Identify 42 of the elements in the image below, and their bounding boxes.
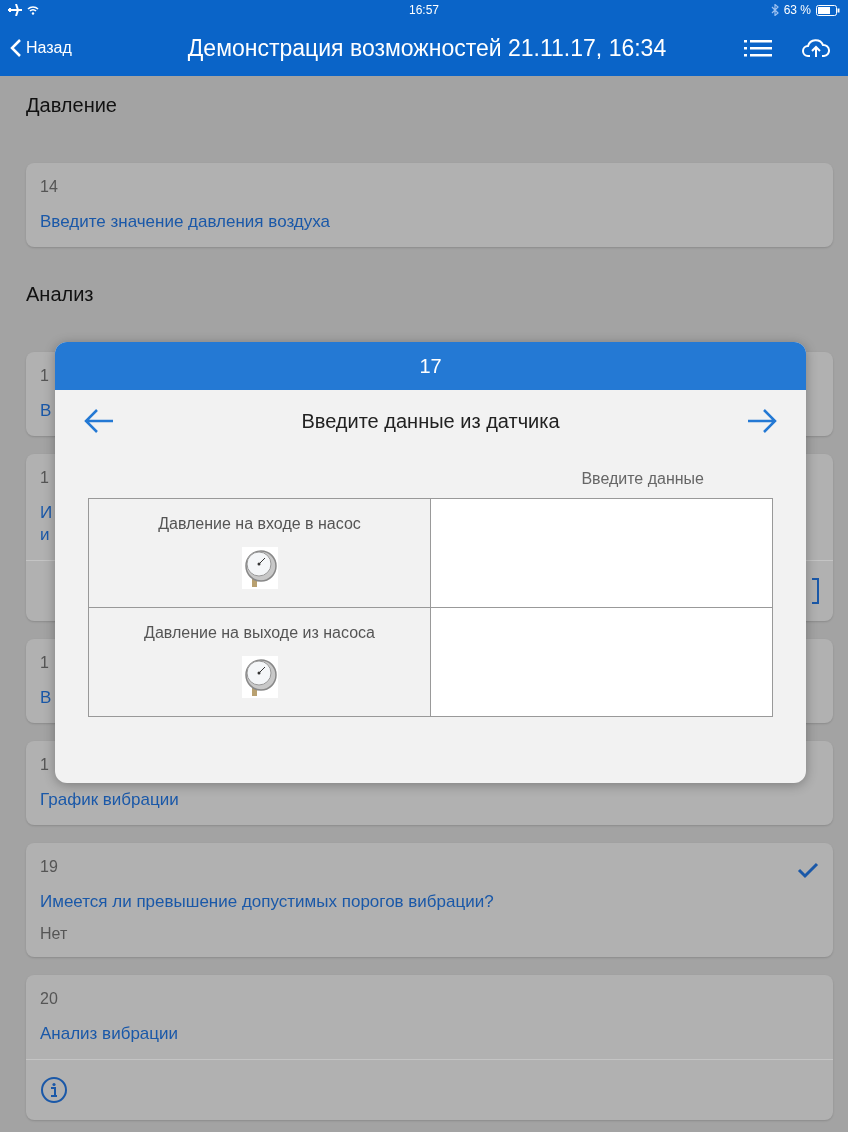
battery-percent: 63 %: [783, 3, 811, 17]
question-card[interactable]: 20 Анализ вибрации: [26, 975, 833, 1120]
modal-header: 17: [55, 342, 806, 390]
question-title: И и: [40, 502, 53, 546]
back-button[interactable]: Назад: [10, 38, 150, 58]
list-icon[interactable]: [744, 38, 772, 58]
question-card[interactable]: 14 Введите значение давления воздуха: [26, 163, 833, 247]
question-title: График вибрации: [40, 789, 179, 811]
bracket-icon[interactable]: [811, 578, 819, 604]
question-card[interactable]: 19 Имеется ли превышение допустимых порогов вибрации? Нет: [26, 843, 833, 957]
section-heading: Давление: [26, 93, 118, 118]
battery-icon: [816, 4, 840, 16]
nav-title: Демонстрация возможностей 21.11.17, 16:34: [186, 34, 668, 62]
question-number: 1: [40, 366, 49, 386]
question-number: 14: [40, 177, 58, 197]
question-title: Введите значение давления воздуха: [40, 211, 330, 233]
question-title: Анализ вибрации: [40, 1023, 179, 1045]
previous-arrow-icon[interactable]: [83, 408, 115, 434]
question-number: 1: [40, 468, 49, 488]
column-header: Введите данные: [580, 469, 705, 489]
question-number: 1: [40, 653, 49, 673]
question-title: В: [40, 400, 52, 422]
pressure-gauge-icon: [241, 547, 278, 589]
info-icon[interactable]: [40, 1076, 68, 1104]
question-title: В: [40, 687, 52, 709]
chevron-left-icon: [10, 38, 22, 58]
bluetooth-icon: [770, 4, 779, 16]
question-title: Имеется ли превышение допустимых порогов вибрации?: [40, 891, 494, 913]
sensor-label: Давление на входе в насос: [158, 515, 361, 533]
wifi-icon: [27, 5, 39, 15]
next-arrow-icon[interactable]: [746, 408, 778, 434]
airplane-icon: [8, 4, 22, 16]
section-heading: Анализ: [26, 282, 95, 307]
question-number: 1: [40, 755, 49, 775]
question-number: 20: [40, 989, 58, 1009]
question-number: 19: [40, 857, 58, 877]
modal-title: Введите данные из датчика: [301, 409, 560, 433]
cloud-upload-icon[interactable]: [802, 37, 830, 59]
answer-text: Нет: [40, 925, 69, 943]
pressure-gauge-icon: [241, 656, 278, 698]
sensor-label: Давление на выходе из насоса: [144, 624, 375, 642]
status-time: 16:57: [409, 3, 439, 17]
